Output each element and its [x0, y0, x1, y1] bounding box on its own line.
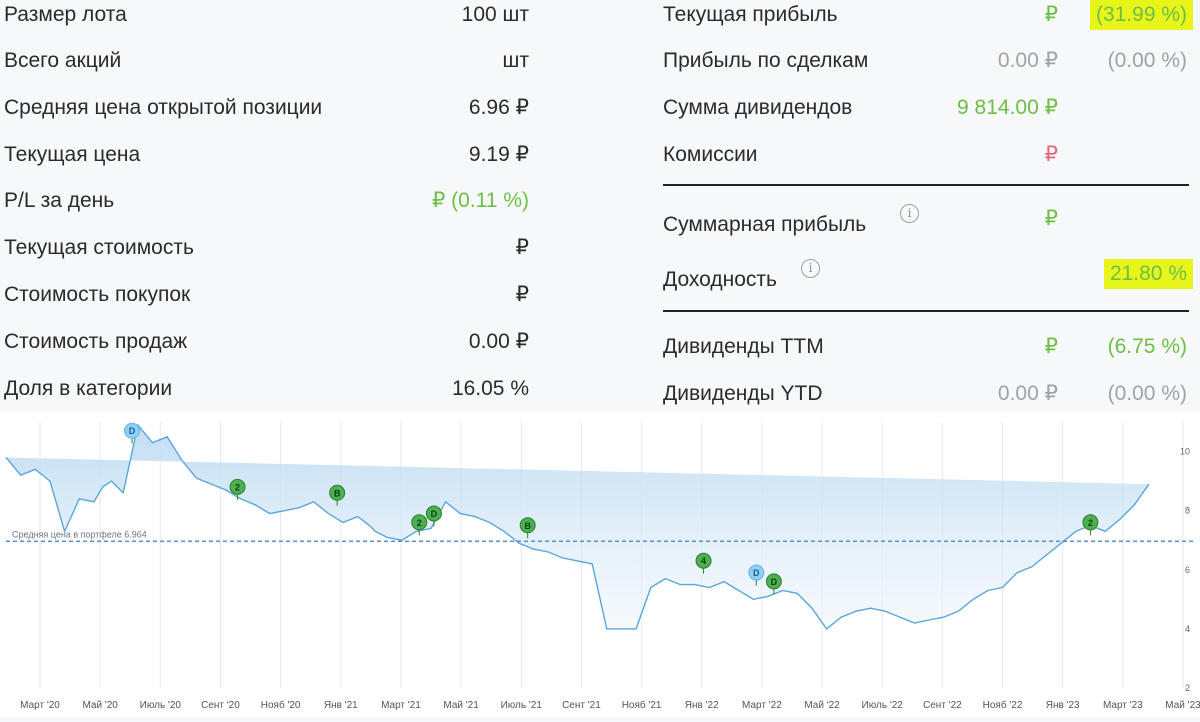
yield-label: Доходность — [663, 268, 777, 291]
price-chart-svg: Март '20 Май '20 Июль '20 Сент '20 Нояб '20 Я… — [5, 422, 1200, 711]
y-tick-label: 2 — [1185, 683, 1190, 693]
x-tick-label: Нояб '20 — [261, 699, 301, 711]
y-tick-label: 6 — [1185, 565, 1190, 575]
stat-value: 100 шт — [461, 3, 529, 26]
current-profit-row: Текущая прибыль ₽ (31.99 %) — [663, 0, 1193, 40]
stat-label: P/L за день — [4, 189, 115, 212]
y-tick-label: 8 — [1185, 506, 1190, 516]
total-profit-value: ₽ — [1044, 207, 1058, 230]
x-tick-label: Май '22 — [804, 700, 840, 711]
x-tick-label: Янв '22 — [685, 700, 719, 711]
x-tick-label: Июль '21 — [501, 700, 543, 711]
marker-label: D — [753, 568, 760, 578]
commissions-label: Комиссии — [663, 143, 758, 166]
price-chart[interactable]: Март '20 Май '20 Июль '20 Сент '20 Нояб '20 Я… — [0, 412, 1200, 717]
x-tick-label: Май '21 — [443, 700, 479, 711]
trade-profit-value: 0.00 ₽ — [997, 49, 1058, 72]
x-tick-label: Май '23 — [1165, 700, 1200, 711]
divider-top — [663, 184, 1189, 186]
trade-profit-percent: (0.00 %) — [1107, 49, 1187, 72]
info-icon[interactable]: i — [900, 204, 919, 223]
stat-row: Средняя цена открытой позиции 6.96 ₽ — [4, 93, 529, 133]
x-tick-label: Март '20 — [20, 700, 60, 711]
position-stats-panel: Размер лота 100 шт Всего акций шт Средняя це… — [0, 0, 1200, 412]
marker-label: 2 — [417, 518, 422, 528]
x-tick-label: Нояб '22 — [983, 699, 1023, 711]
marker-label: 2 — [235, 482, 240, 492]
y-tick-label: 4 — [1185, 624, 1190, 634]
marker-label: 2 — [1088, 518, 1093, 528]
stat-value: ₽ (0.11 %) — [431, 189, 529, 212]
dividends-sum-value: 9 814.00 ₽ — [957, 96, 1058, 119]
stat-label: Текущая стоимость — [4, 236, 194, 259]
dividends-ttm-row: Дивиденды TTM ₽ (6.75 %) — [663, 332, 1193, 372]
x-tick-label: Июль '20 — [140, 700, 182, 711]
x-tick-label: Сент '21 — [562, 700, 601, 711]
stat-value: 0.00 ₽ — [468, 330, 529, 353]
marker-label: D — [771, 577, 778, 587]
event-marker[interactable]: 2 — [1082, 514, 1099, 536]
stat-row: Стоимость покупок ₽ — [4, 280, 529, 320]
stat-label: Размер лота — [4, 3, 127, 26]
stat-row: P/L за день ₽ (0.11 %) — [4, 186, 529, 226]
divider-bottom — [663, 310, 1189, 312]
marker-label: D — [129, 426, 136, 436]
x-tick-label: Сент '20 — [201, 700, 240, 711]
y-tick-label: 10 — [1180, 447, 1190, 457]
stat-label: Средняя цена открытой позиции — [4, 96, 323, 119]
dividends-ytd-value: 0.00 ₽ — [997, 382, 1058, 405]
stat-row: Доля в категории 16.05 % — [4, 374, 529, 414]
x-tick-label: Янв '21 — [324, 700, 358, 711]
stat-row: Всего акций шт — [4, 46, 529, 86]
stat-row: Текущая цена 9.19 ₽ — [4, 140, 529, 180]
stat-label: Стоимость продаж — [4, 330, 188, 353]
commissions-row: Комиссии ₽ — [663, 140, 1193, 180]
stat-value: 6.96 ₽ — [468, 96, 529, 119]
stat-row: Текущая стоимость ₽ — [4, 233, 529, 273]
dividends-ttm-label: Дивиденды TTM — [663, 335, 824, 358]
yield-row: Доходность i 21.80 % — [663, 259, 1193, 305]
stat-value: ₽ — [515, 236, 529, 259]
x-tick-label: Янв '23 — [1046, 700, 1080, 711]
x-tick-label: Сент '22 — [923, 700, 962, 711]
commissions-value: ₽ — [1044, 143, 1058, 166]
trade-profit-row: Прибыль по сделкам 0.00 ₽ (0.00 %) — [663, 46, 1193, 86]
stat-value: 16.05 % — [451, 377, 529, 400]
dividends-ytd-percent: (0.00 %) — [1107, 382, 1187, 405]
dividends-sum-row: Сумма дивидендов 9 814.00 ₽ — [663, 93, 1193, 133]
stat-value: шт — [502, 49, 529, 72]
marker-label: 4 — [701, 556, 706, 566]
stat-value: 9.19 ₽ — [468, 143, 529, 166]
price-area — [6, 425, 1149, 629]
stat-label: Доля в категории — [4, 377, 173, 400]
x-tick-label: Нояб '21 — [622, 699, 662, 711]
marker-label: B — [524, 521, 531, 531]
current-profit-label: Текущая прибыль — [663, 3, 838, 26]
stat-row: Размер лота 100 шт — [4, 0, 529, 40]
x-tick-label: Май '20 — [82, 700, 118, 711]
dividends-ytd-label: Дивиденды YTD — [663, 382, 823, 405]
marker-label: B — [334, 488, 341, 498]
stat-row: Стоимость продаж 0.00 ₽ — [4, 327, 529, 367]
stat-label: Всего акций — [4, 49, 122, 72]
x-tick-label: Март '23 — [1103, 700, 1143, 711]
total-profit-row: Суммарная прибыль i ₽ — [663, 204, 1193, 250]
stat-label: Текущая цена — [4, 143, 141, 166]
current-profit-value: ₽ — [1044, 3, 1058, 26]
current-profit-percent: (31.99 %) — [1089, 0, 1193, 30]
yield-percent: 21.80 % — [1103, 259, 1193, 289]
dividends-ttm-percent: (6.75 %) — [1107, 335, 1187, 358]
dividends-ttm-value: ₽ — [1044, 335, 1058, 358]
dividends-sum-label: Сумма дивидендов — [663, 96, 853, 119]
x-tick-label: Март '21 — [381, 700, 421, 711]
stat-label: Стоимость покупок — [4, 283, 191, 306]
stat-value: ₽ — [515, 283, 529, 306]
x-tick-label: Март '22 — [742, 700, 782, 711]
average-price-label: Средняя цена в портфеле 6.964 — [12, 529, 147, 539]
marker-label: D — [431, 509, 438, 519]
info-icon[interactable]: i — [801, 259, 820, 278]
trade-profit-label: Прибыль по сделкам — [663, 49, 869, 72]
x-tick-label: Июль '22 — [862, 700, 904, 711]
total-profit-label: Суммарная прибыль — [663, 213, 867, 236]
